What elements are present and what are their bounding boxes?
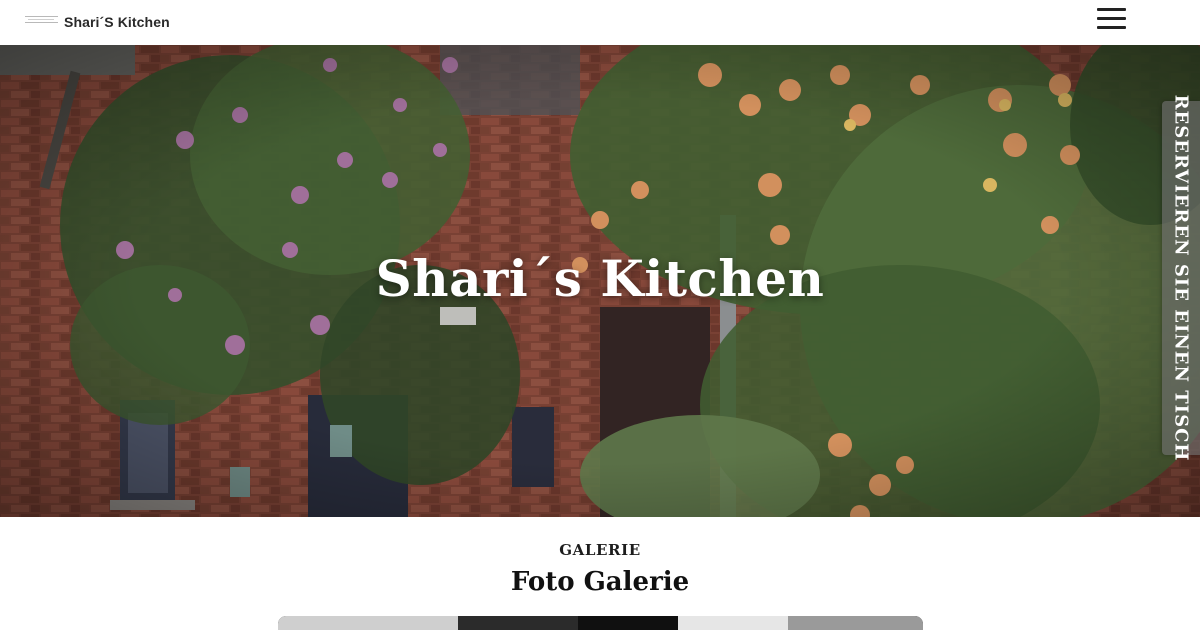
site-logo[interactable] [25,16,58,28]
gallery-title: Foto Galerie [510,567,690,597]
gallery-eyebrow: GALERIE [559,541,641,559]
site-brand-name[interactable]: Shari´S Kitchen [64,14,170,30]
gallery-preview-image[interactable] [278,616,923,630]
reserve-table-button[interactable]: RESERVIEREN SIE EINEN TISCH [1162,95,1200,461]
hero-title: Shari´s Kitchen [375,249,825,308]
site-header: Shari´S Kitchen [0,0,1200,45]
hamburger-menu-icon[interactable] [1097,8,1127,29]
reserve-table-label: RESERVIEREN SIE EINEN TISCH [1170,94,1192,462]
hero-banner: Shari´s Kitchen [0,45,1200,517]
